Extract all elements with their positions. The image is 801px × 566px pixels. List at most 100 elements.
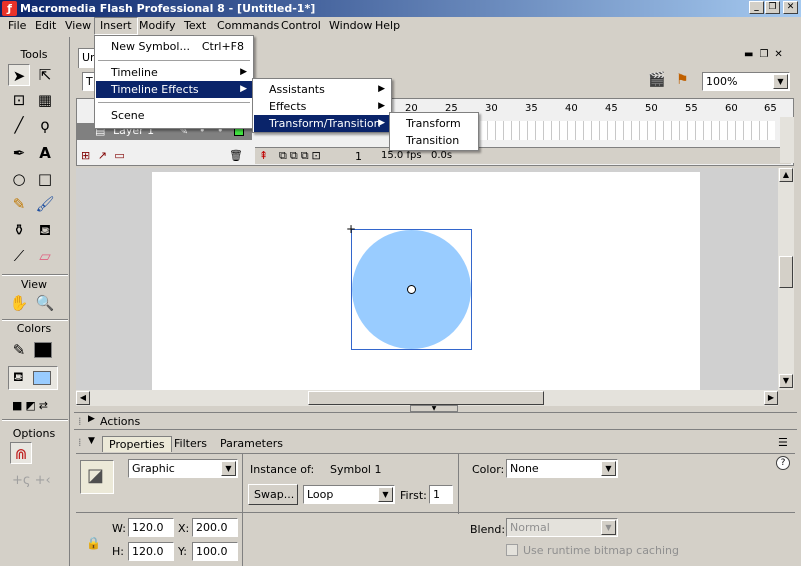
menu-item-new-symbol[interactable]: New Symbol... Ctrl+F8 xyxy=(96,38,252,55)
text-tool-icon[interactable]: A xyxy=(34,142,56,164)
horizontal-scrollbar[interactable]: ◀ ▶ xyxy=(76,390,778,406)
frame-cells[interactable] xyxy=(480,121,775,140)
panel-options-icon[interactable]: ☰ xyxy=(778,436,788,449)
menu-view[interactable]: View xyxy=(60,17,96,35)
frame-number: 35 xyxy=(525,103,538,114)
vertical-scrollbar[interactable]: ▲ ▼ xyxy=(778,168,794,390)
scroll-thumb[interactable] xyxy=(308,391,544,405)
zoom-tool-icon[interactable]: 🔍 xyxy=(34,292,56,314)
center-frame-icon[interactable]: ⇞ xyxy=(259,149,268,162)
instance-of-label: Instance of: xyxy=(250,463,315,476)
free-transform-icon[interactable]: ⊡ xyxy=(8,89,30,111)
symbol-behavior-select[interactable]: Graphic ▼ xyxy=(128,459,238,478)
menu-insert[interactable]: Insert xyxy=(94,17,138,35)
scroll-down-icon[interactable]: ▼ xyxy=(779,374,793,388)
gradient-transform-icon[interactable]: ▦ xyxy=(34,89,56,111)
menu-edit[interactable]: Edit xyxy=(30,17,61,35)
first-frame-input[interactable]: 1 xyxy=(429,485,453,504)
color-swap-icons[interactable]: ■◩⇄ xyxy=(12,399,51,412)
stroke-color-swatch[interactable] xyxy=(34,342,52,358)
menu-commands[interactable]: Commands xyxy=(212,17,284,35)
scroll-left-icon[interactable]: ◀ xyxy=(76,391,90,405)
eyedropper-icon[interactable]: ⟋ xyxy=(8,245,30,267)
loop-select[interactable]: Loop ▼ xyxy=(303,485,395,504)
collapse-panel-handle[interactable]: ▼ xyxy=(410,405,458,412)
tab-filters[interactable]: Filters xyxy=(168,436,213,452)
timeline-label: Timeline xyxy=(111,66,158,79)
menu-text[interactable]: Text xyxy=(179,17,211,35)
lasso-tool-icon[interactable]: ϙ xyxy=(34,114,56,136)
edit-symbols-icon[interactable]: ⚑ xyxy=(676,72,689,88)
chevron-down-icon: ▼ xyxy=(221,461,236,476)
tab-properties[interactable]: Properties xyxy=(102,436,172,452)
pen-tool-icon[interactable]: ✒ xyxy=(8,142,30,164)
scroll-right-icon[interactable]: ▶ xyxy=(764,391,778,405)
frame-rate: 15.0 fps xyxy=(381,150,422,161)
subselection-tool-icon[interactable]: ⇱ xyxy=(34,64,56,86)
registration-point[interactable] xyxy=(407,285,416,294)
delete-layer-icon[interactable]: 🗑 xyxy=(229,149,243,162)
menu-modify[interactable]: Modify xyxy=(134,17,180,35)
layer-buttons-icons[interactable]: ⊞ ↗ ▭ xyxy=(81,149,127,162)
edit-scene-icon[interactable]: 🎬 xyxy=(648,72,665,88)
oval-tool-icon[interactable]: ○ xyxy=(8,168,30,190)
menu-item-transform[interactable]: Transform xyxy=(391,115,477,132)
frame-number: 40 xyxy=(565,103,578,114)
scroll-up-icon[interactable]: ▲ xyxy=(779,168,793,182)
rectangle-tool-icon[interactable]: □ xyxy=(34,168,56,190)
fill-color-control[interactable]: ⛾ xyxy=(8,366,58,390)
collapse-arrow-icon[interactable]: ▼ xyxy=(88,436,95,446)
submenu-arrow-icon: ▶ xyxy=(378,118,385,128)
zoom-select[interactable]: 100% ▼ xyxy=(702,72,790,91)
zoom-value: 100% xyxy=(706,75,738,88)
close-button[interactable]: ✕ xyxy=(783,1,798,14)
tab-parameters[interactable]: Parameters xyxy=(214,436,289,452)
submenu-arrow-icon: ▶ xyxy=(240,67,247,77)
help-icon[interactable]: ? xyxy=(776,456,790,470)
doc-window-controls[interactable]: ▬❐✕ xyxy=(744,49,789,60)
line-tool-icon[interactable]: ╱ xyxy=(8,114,30,136)
x-input[interactable]: 200.0 xyxy=(192,518,238,537)
selection-tool-icon[interactable]: ➤ xyxy=(8,64,30,86)
submenu-arrow-icon: ▶ xyxy=(378,84,385,94)
menu-file[interactable]: File xyxy=(3,17,31,35)
width-input[interactable]: 120.0 xyxy=(128,518,174,537)
menu-help[interactable]: Help xyxy=(370,17,405,35)
color-effect-select[interactable]: None ▼ xyxy=(506,459,618,478)
menu-item-timeline-effects[interactable]: Timeline Effects ▶ xyxy=(96,81,252,98)
height-input[interactable]: 120.0 xyxy=(128,542,174,561)
symbol-behavior-value: Graphic xyxy=(132,462,175,475)
menu-item-effects[interactable]: Effects ▶ xyxy=(254,98,390,115)
transform-transition-menu: Transform Transition xyxy=(389,112,479,151)
menu-item-transition[interactable]: Transition xyxy=(391,132,477,149)
tools-divider xyxy=(2,274,68,276)
brush-tool-icon[interactable]: 🖌 xyxy=(34,193,56,215)
swap-button[interactable]: Swap... xyxy=(248,484,298,505)
actions-panel-header[interactable]: ⁞ ▶ Actions xyxy=(74,412,797,430)
menu-control[interactable]: Control xyxy=(276,17,326,35)
color-effect-value: None xyxy=(510,462,539,475)
hand-tool-icon[interactable]: ✋ xyxy=(8,292,30,314)
onion-skin-icons[interactable]: ⧉⧉⧉⊡ xyxy=(279,149,324,163)
lock-icon[interactable]: 🔒 xyxy=(86,536,101,550)
chevron-down-icon: ▼ xyxy=(773,74,788,89)
paint-bucket-icon[interactable]: ⛾ xyxy=(34,219,56,241)
eraser-icon[interactable]: ▱ xyxy=(34,245,56,267)
menu-item-scene[interactable]: Scene xyxy=(96,107,252,124)
minimize-button[interactable]: _ xyxy=(749,1,764,14)
height-label: H: xyxy=(112,545,124,558)
y-input[interactable]: 100.0 xyxy=(192,542,238,561)
timeline-scrollbar[interactable] xyxy=(780,117,794,163)
scroll-thumb[interactable] xyxy=(779,256,793,288)
expand-arrow-icon[interactable]: ▶ xyxy=(88,414,95,424)
ink-bottle-icon[interactable]: ⚱ xyxy=(8,219,30,241)
grip-icon: ⁞ xyxy=(78,415,82,428)
restore-button[interactable]: ❐ xyxy=(765,1,780,14)
menu-item-timeline[interactable]: Timeline ▶ xyxy=(96,64,252,81)
pencil-tool-icon[interactable]: ✎ xyxy=(8,193,30,215)
snap-magnet-icon[interactable]: ⋒ xyxy=(10,442,32,464)
properties-panel: ⁞ ▼ Properties Filters Parameters ☰ ◪ Gr… xyxy=(74,432,797,566)
menu-item-assistants[interactable]: Assistants ▶ xyxy=(254,81,390,98)
blend-label: Blend: xyxy=(470,523,506,536)
menu-item-transform-transition[interactable]: Transform/Transition ▶ xyxy=(254,115,390,132)
